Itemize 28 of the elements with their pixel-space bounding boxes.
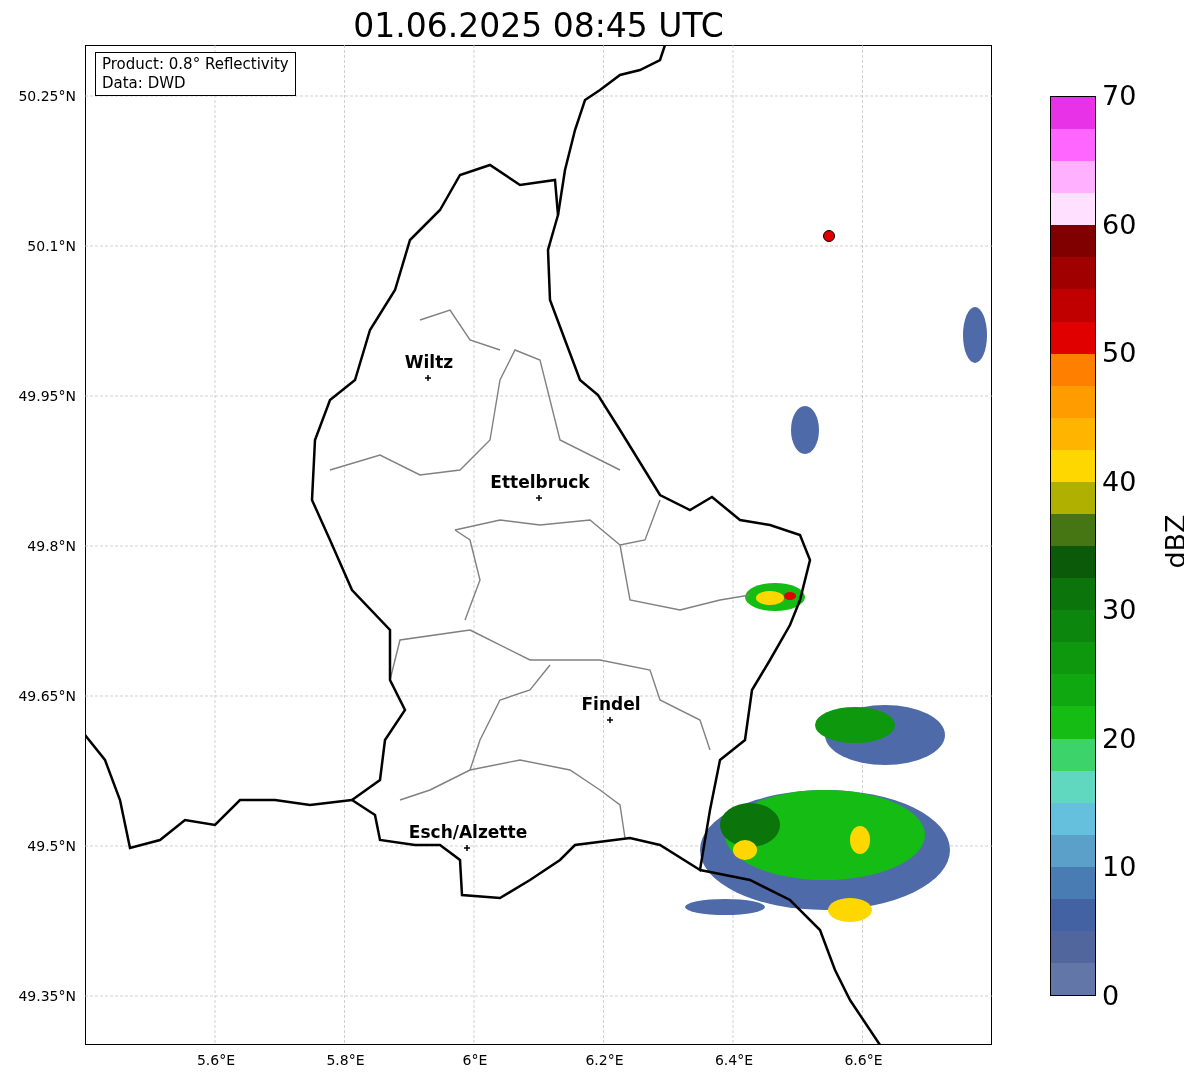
colorbar-tick: 30 <box>1102 595 1137 626</box>
longitude-label: 6.6°E <box>844 1052 883 1068</box>
longitude-label: 5.8°E <box>326 1052 365 1068</box>
longitude-label: 6.4°E <box>714 1052 754 1068</box>
colorbar-tick: 70 <box>1102 81 1137 111</box>
latitude-label: 50.1°N <box>27 238 76 254</box>
legend-text: Data: DWD <box>102 74 187 93</box>
latitude-label: 50.25°N <box>18 88 76 104</box>
legend-text: Product: 0.8° Reflectivity <box>102 55 289 74</box>
city-label: Findel <box>581 694 641 714</box>
longitude-label: 6°E <box>462 1052 488 1068</box>
latitude-label: 49.65°N <box>18 688 76 704</box>
colorbar-tick: 50 <box>1102 338 1137 369</box>
latitude-label: 49.8°N <box>27 538 76 554</box>
latitude-label: 49.95°N <box>18 388 76 404</box>
colorbar-tick: 40 <box>1102 466 1137 497</box>
latitude-label: 49.5°N <box>27 838 76 854</box>
colorbar-tick: 60 <box>1102 209 1137 240</box>
longitude-label: 6.2°E <box>585 1052 624 1068</box>
colorbar-tick: 10 <box>1102 852 1137 883</box>
colorbar-tick: 0 <box>1102 981 1120 1011</box>
longitude-label: 5.6°E <box>196 1052 236 1068</box>
colorbar-tick: 20 <box>1102 723 1137 754</box>
city-label: Ettelbruck <box>490 472 590 492</box>
city-label: Wiltz <box>404 352 454 372</box>
city-label: Esch/Alzette <box>408 822 528 842</box>
chart-title: 01.06.2025 08:45 UTC <box>352 5 725 45</box>
latitude-label: 49.35°N <box>18 988 76 1004</box>
